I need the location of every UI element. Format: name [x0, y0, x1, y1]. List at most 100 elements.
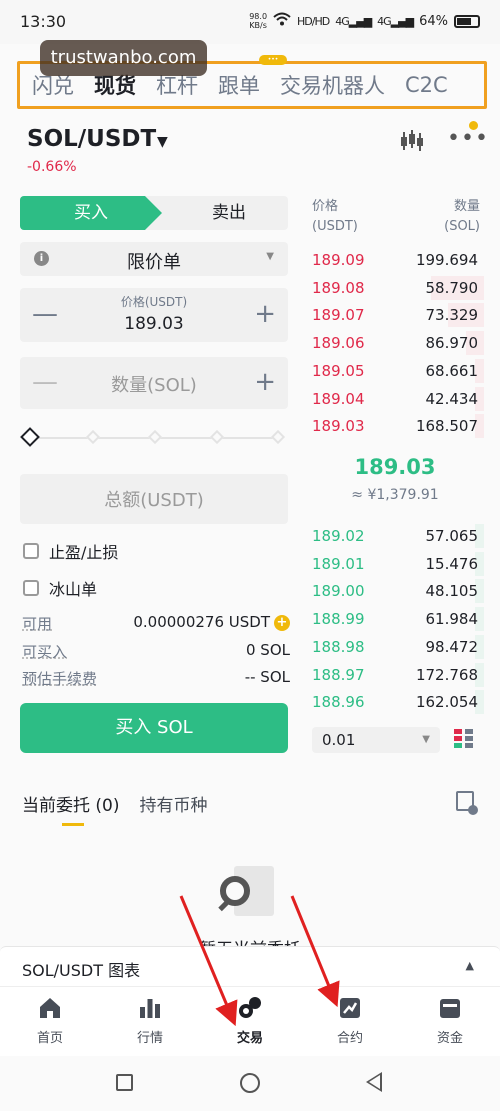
bid-row[interactable]: 188.97 172.768 — [306, 661, 484, 689]
wifi-icon — [273, 12, 291, 30]
sell-tab[interactable]: 卖出 — [170, 196, 288, 230]
ask-price: 189.09 — [312, 251, 365, 269]
tab-underline — [62, 823, 84, 826]
slider-node-75[interactable] — [209, 429, 225, 445]
ask-row[interactable]: 189.07 73.329 — [306, 301, 484, 329]
ask-row[interactable]: 189.09 199.694 — [306, 246, 484, 274]
bid-price: 188.96 — [312, 693, 365, 712]
bid-row[interactable]: 189.00 48.105 — [306, 577, 484, 605]
bar-chart-icon — [137, 995, 163, 1021]
quantity-placeholder: 数量(SOL) — [111, 375, 197, 396]
recent-apps-icon[interactable] — [116, 1074, 133, 1091]
caret-down-icon[interactable]: ▼ — [157, 134, 168, 150]
bottom-nav: 首页 行情 交易 合约 资金 — [0, 986, 500, 1056]
tp-sl-option[interactable]: 止盈/止损 — [23, 539, 118, 563]
bid-quantity: 57.065 — [425, 527, 479, 545]
bid-row[interactable]: 188.98 98.472 — [306, 633, 484, 661]
ask-row[interactable]: 189.08 58.790 — [306, 274, 484, 302]
ask-row[interactable]: 189.03 168.507 — [306, 412, 484, 440]
bid-price: 189.01 — [312, 554, 365, 573]
empty-search-icon — [218, 866, 276, 924]
bid-row[interactable]: 188.99 61.984 — [306, 605, 484, 633]
mid-price[interactable]: 189.03 — [306, 455, 484, 479]
tp-sl-label: 止盈/止损 — [49, 543, 119, 562]
more-icon[interactable]: ••• — [447, 126, 489, 151]
price-input[interactable]: — 价格(USDT) 189.03 + — [20, 288, 288, 342]
status-icons: 98.0 KB/s HD/HD 4G▂▄▆ 4G▂▄▆ 64% — [249, 12, 480, 30]
tab-open-orders[interactable]: 当前委托 (0) — [22, 791, 119, 816]
buy-tab[interactable]: 买入 — [20, 196, 162, 230]
futures-icon — [337, 995, 363, 1021]
price-value[interactable]: 189.03 — [20, 314, 288, 334]
nav-trade[interactable]: 交易 — [215, 995, 285, 1046]
ask-row[interactable]: 189.06 86.970 — [306, 329, 484, 357]
orders-tabs: 当前委托 (0) 持有币种 — [22, 791, 207, 816]
ask-row[interactable]: 189.04 42.434 — [306, 385, 484, 413]
tab-holdings[interactable]: 持有币种 — [139, 791, 207, 816]
pair-symbol[interactable]: SOL/USDT — [27, 126, 156, 152]
tab-c2c[interactable]: C2C — [395, 73, 458, 97]
ask-row[interactable]: 189.05 68.661 — [306, 357, 484, 385]
fee-row: 预估手续费 -- SOL — [22, 668, 290, 690]
nav-assets[interactable]: 资金 — [415, 995, 485, 1046]
nav-markets[interactable]: 行情 — [115, 995, 185, 1046]
price-label: 价格(USDT) — [120, 295, 188, 309]
quantity-input[interactable]: — 数量(SOL) + — [20, 357, 288, 409]
chart-drawer-label: SOL/USDT 图表 — [22, 961, 141, 980]
available-value: 0.00000276 USDT + — [133, 613, 290, 631]
tp-sl-checkbox[interactable] — [23, 543, 39, 559]
trade-icon — [237, 995, 263, 1021]
ask-price: 189.05 — [312, 361, 365, 380]
ask-quantity: 199.694 — [415, 251, 478, 269]
depth-step-select[interactable]: 0.01 ▼ — [312, 727, 440, 753]
depth-step-value: 0.01 — [322, 731, 356, 749]
battery-icon — [454, 14, 480, 28]
buy-sell-toggle: 买入 卖出 — [20, 196, 288, 230]
ask-quantity: 68.661 — [425, 361, 479, 380]
watermark: trustwanbo.com — [40, 40, 207, 76]
price-increase-button[interactable]: + — [254, 300, 276, 328]
fee-value: -- SOL — [244, 668, 290, 686]
bid-price: 188.99 — [312, 610, 365, 629]
home-button-icon[interactable] — [240, 1073, 260, 1093]
caret-down-icon: ▼ — [422, 734, 430, 745]
ask-price: 189.06 — [312, 334, 365, 353]
order-book-price-header: 价格 (USDT) — [312, 199, 358, 234]
iceberg-checkbox[interactable] — [23, 580, 39, 596]
slider-node-50[interactable] — [147, 429, 163, 445]
quantity-increase-button[interactable]: + — [254, 368, 276, 396]
max-buy-row: 可买入 0 SOL — [22, 641, 290, 663]
tab-copy-trading[interactable]: 跟单 — [208, 70, 270, 100]
notification-dot — [469, 121, 478, 130]
order-type-select[interactable]: i 限价单 ▼ — [20, 242, 288, 276]
iceberg-option[interactable]: 冰山单 — [23, 576, 97, 600]
nav-futures[interactable]: 合约 — [315, 995, 385, 1046]
battery-percent: 64% — [419, 13, 448, 29]
order-book-layout-icon[interactable] — [454, 729, 474, 749]
available-label: 可用 — [22, 615, 53, 633]
deposit-plus-icon[interactable]: + — [274, 615, 290, 631]
tab-trading-bots[interactable]: 交易机器人 — [270, 70, 395, 100]
bid-row[interactable]: 188.96 162.054 — [306, 688, 484, 716]
bid-price: 188.97 — [312, 665, 365, 684]
order-history-icon[interactable] — [456, 791, 478, 815]
slider-node-25[interactable] — [85, 429, 101, 445]
bid-row[interactable]: 189.01 15.476 — [306, 550, 484, 578]
total-placeholder: 总额(USDT) — [104, 490, 204, 511]
chevron-up-icon[interactable]: ▲ — [466, 959, 474, 972]
status-bar: 13:30 98.0 KB/s HD/HD 4G▂▄▆ 4G▂▄▆ 64% — [0, 0, 500, 44]
slider-handle[interactable] — [20, 427, 40, 447]
candlestick-icon[interactable] — [399, 130, 425, 157]
bid-quantity: 15.476 — [425, 554, 479, 573]
ask-quantity: 168.507 — [415, 417, 478, 436]
chart-drawer[interactable]: SOL/USDT 图表 ▲ — [0, 946, 500, 986]
bid-row[interactable]: 189.02 57.065 — [306, 522, 484, 550]
ask-price: 189.07 — [312, 306, 365, 325]
slider-node-100[interactable] — [270, 429, 286, 445]
iceberg-label: 冰山单 — [49, 580, 98, 599]
buy-sol-button[interactable]: 买入 SOL — [20, 703, 288, 753]
mid-price-fiat: ≈ ¥1,379.91 — [351, 487, 439, 503]
total-input[interactable]: 总额(USDT) — [20, 474, 288, 524]
back-icon[interactable] — [366, 1072, 382, 1092]
nav-home[interactable]: 首页 — [15, 995, 85, 1046]
